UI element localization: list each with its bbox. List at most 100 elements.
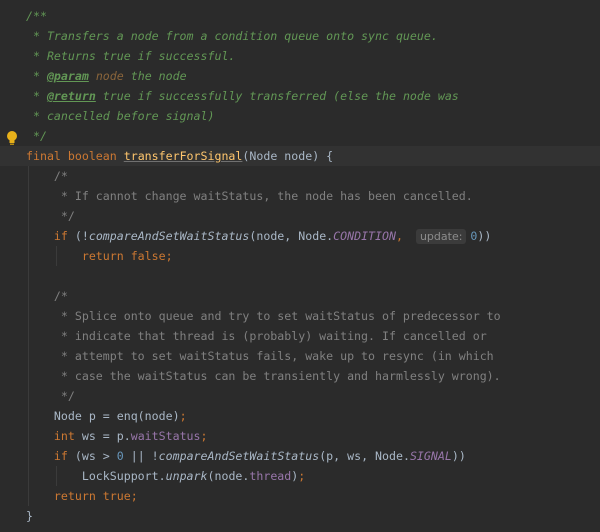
code-text: */ [26,206,75,226]
code-token: (node, Node. [249,229,334,243]
code-line[interactable]: LockSupport.unpark(node.thread); [0,466,600,486]
code-token: (node. [207,469,250,483]
code-text: * @return true if successfully transferr… [26,86,459,106]
code-token: * attempt to set waitStatus fails, wake … [26,349,494,363]
code-text: * Transfers a node from a condition queu… [26,26,438,46]
code-line[interactable]: * @param node the node [0,66,600,86]
code-text: if (!compareAndSetWaitStatus(node, Node.… [26,226,491,246]
code-token: LockSupport. [26,469,166,483]
code-token: /** [26,9,47,23]
code-token: unpark [165,469,208,483]
code-token: )) [451,449,466,463]
code-token: (p, ws, Node. [319,449,410,463]
code-line[interactable]: Node p = enq(node); [0,406,600,426]
code-line[interactable]: * indicate that thread is (probably) wai… [0,326,600,346]
code-token: * Returns true if successful. [26,49,236,63]
code-text: * case the waitStatus can be transiently… [26,366,501,386]
code-line[interactable]: */ [0,126,600,146]
lightbulb-icon[interactable] [5,130,19,146]
code-text: /* [26,286,68,306]
code-token: * Transfers a node from a condition queu… [26,29,438,43]
code-token: thread [249,469,292,483]
code-line[interactable]: * Transfers a node from a condition queu… [0,26,600,46]
code-token: compareAndSetWaitStatus [158,449,320,463]
code-text: * indicate that thread is (probably) wai… [26,326,487,346]
code-line[interactable]: * case the waitStatus can be transiently… [0,366,600,386]
code-text: * If cannot change waitStatus, the node … [26,186,473,206]
code-token: */ [26,209,75,223]
code-token: ws = p. [81,429,131,443]
code-line[interactable]: final boolean transferForSignal(Node nod… [0,146,600,166]
code-token: )) [477,229,492,243]
code-line[interactable]: /* [0,286,600,306]
code-line[interactable]: */ [0,386,600,406]
code-token: 0 [116,449,124,463]
code-token: @return [46,89,96,103]
code-token: ; [179,409,187,423]
code-line[interactable]: return false; [0,246,600,266]
code-text: if (ws > 0 || !compareAndSetWaitStatus(p… [26,446,466,466]
code-line[interactable]: * Splice onto queue and try to set waitS… [0,306,600,326]
code-token: /* [26,289,68,303]
code-text: /* [26,166,68,186]
code-line[interactable]: /* [0,166,600,186]
code-token: ; [298,469,306,483]
code-token: transferForSignal [123,149,243,163]
code-token: } [26,509,33,523]
code-token: ; [200,429,208,443]
code-token: compareAndSetWaitStatus [88,229,250,243]
code-token: if [26,449,75,463]
code-line[interactable]: } [0,506,600,526]
code-token: node [88,69,124,83]
code-text: */ [26,386,75,406]
code-line[interactable]: if (ws > 0 || !compareAndSetWaitStatus(p… [0,446,600,466]
code-text: * cancelled before signal) [26,106,215,126]
code-text: */ [26,126,47,146]
code-token: * Splice onto queue and try to set waitS… [26,309,501,323]
code-token: int [26,429,82,443]
code-line[interactable]: if (!compareAndSetWaitStatus(node, Node.… [0,226,600,246]
code-token: waitStatus [130,429,201,443]
code-line[interactable]: int ws = p.waitStatus; [0,426,600,446]
code-text: } [26,506,33,526]
code-token: * indicate that thread is (probably) wai… [26,329,487,343]
code-text: * @param node the node [26,66,187,86]
code-text: /** [26,6,47,26]
code-token: (ws > [74,449,117,463]
indent-guide [28,266,29,286]
code-token: if [26,229,75,243]
code-line[interactable]: return true; [0,486,600,506]
code-token: /* [26,169,68,183]
code-line[interactable]: * @return true if successfully transferr… [0,86,600,106]
code-token: @param [46,69,89,83]
code-line[interactable]: */ [0,206,600,226]
code-token: true if successfully transferred (else t… [95,89,459,103]
code-text: return false; [26,246,173,266]
code-line[interactable]: /** [0,6,600,26]
code-token: return true; [26,489,138,503]
code-token: * [26,89,47,103]
code-token: */ [26,389,75,403]
code-text: return true; [26,486,138,506]
code-line[interactable]: * cancelled before signal) [0,106,600,126]
code-token: , [395,229,410,243]
parameter-hint: update: [415,229,467,244]
code-token: */ [26,129,47,143]
code-token: CONDITION [333,229,396,243]
code-token: the node [123,69,187,83]
code-token: final boolean [26,149,124,163]
code-editor[interactable]: /** * Transfers a node from a condition … [0,0,600,532]
code-token: * case the waitStatus can be transiently… [26,369,501,383]
code-token: return false; [26,249,173,263]
code-text: * Returns true if successful. [26,46,235,66]
code-token: || ! [123,449,159,463]
code-text: LockSupport.unpark(node.thread); [26,466,305,486]
code-line[interactable] [0,266,600,286]
code-line[interactable]: * Returns true if successful. [0,46,600,66]
code-token: (! [74,229,89,243]
code-line[interactable]: * attempt to set waitStatus fails, wake … [0,346,600,366]
code-line[interactable]: * If cannot change waitStatus, the node … [0,186,600,206]
code-text: * Splice onto queue and try to set waitS… [26,306,501,326]
code-token: Node p = enq(node) [26,409,180,423]
code-token: * cancelled before signal) [26,109,215,123]
